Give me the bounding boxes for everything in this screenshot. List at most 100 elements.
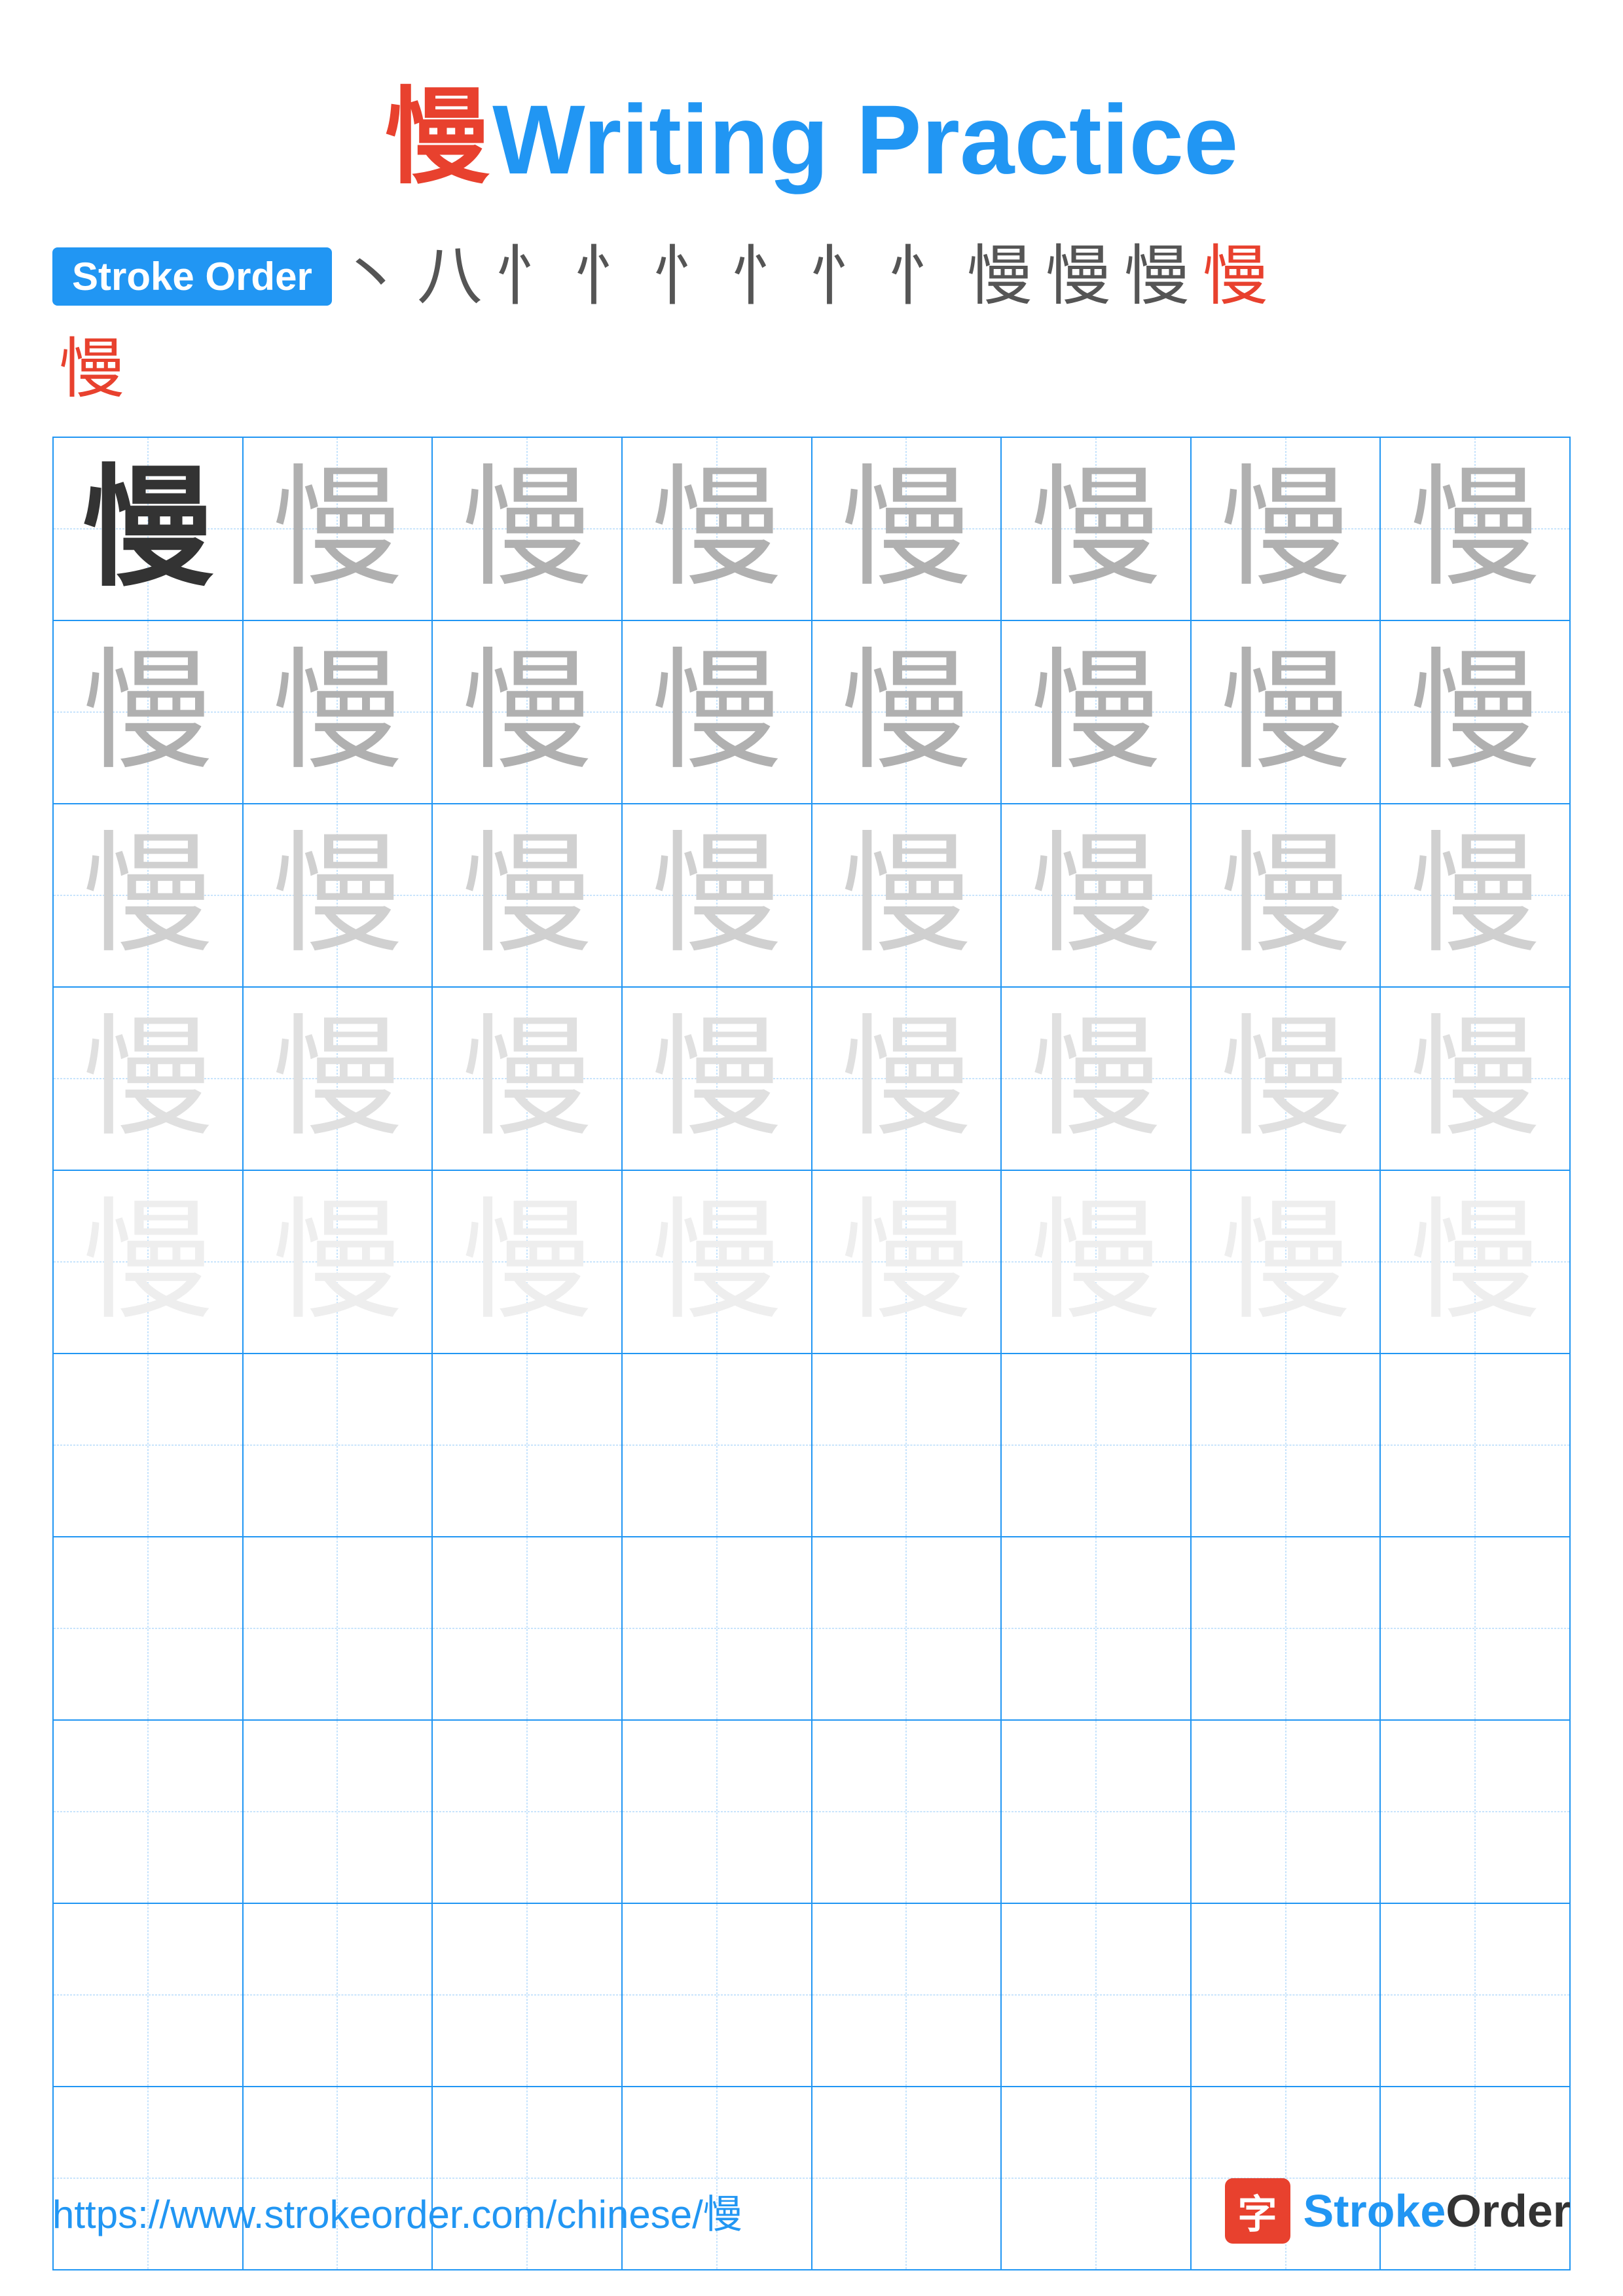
- grid-cell-r8c3[interactable]: [433, 1721, 623, 1904]
- grid-cell-r1c5[interactable]: 慢: [812, 438, 1002, 621]
- stroke-order-section: Stroke Order 丶 八 忄 忄 忄 忄 忄 忄 慢 慢 慢 慢 慢: [0, 243, 1623, 410]
- grid-cell-r3c7[interactable]: 慢: [1192, 804, 1381, 988]
- grid-cell-r8c2[interactable]: [244, 1721, 433, 1904]
- grid-cell-r3c8[interactable]: 慢: [1381, 804, 1571, 988]
- grid-cell-r5c4[interactable]: 慢: [623, 1171, 812, 1354]
- grid-cell-r2c8[interactable]: 慢: [1381, 621, 1571, 804]
- grid-cell-r4c5[interactable]: 慢: [812, 988, 1002, 1171]
- practice-char: 慢: [1030, 1013, 1161, 1144]
- stroke-order-row: Stroke Order 丶 八 忄 忄 忄 忄 忄 忄 慢 慢 慢 慢: [52, 243, 1571, 309]
- grid-cell-r2c5[interactable]: 慢: [812, 621, 1002, 804]
- grid-cell-r1c6[interactable]: 慢: [1002, 438, 1192, 621]
- footer-brand: 字 StrokeOrder: [1225, 2178, 1571, 2244]
- grid-cell-r3c5[interactable]: 慢: [812, 804, 1002, 988]
- grid-cell-r9c7[interactable]: [1192, 1904, 1381, 2087]
- grid-cell-r8c5[interactable]: [812, 1721, 1002, 1904]
- grid-cell-r4c6[interactable]: 慢: [1002, 988, 1192, 1171]
- practice-char: 慢: [272, 463, 403, 594]
- grid-cell-r4c3[interactable]: 慢: [433, 988, 623, 1171]
- brand-stroke: Stroke: [1304, 2185, 1446, 2236]
- grid-cell-r8c7[interactable]: [1192, 1721, 1381, 1904]
- grid-cell-r5c8[interactable]: 慢: [1381, 1171, 1571, 1354]
- page-title: 慢 Writing Practice: [0, 0, 1623, 243]
- grid-cell-r2c1[interactable]: 慢: [54, 621, 244, 804]
- practice-char: 慢: [1030, 1196, 1161, 1327]
- footer-url[interactable]: https://www.strokeorder.com/chinese/慢: [52, 2183, 742, 2240]
- grid-cell-r3c2[interactable]: 慢: [244, 804, 433, 988]
- grid-cell-r6c5[interactable]: [812, 1354, 1002, 1537]
- grid-cell-r9c3[interactable]: [433, 1904, 623, 2087]
- grid-cell-r5c6[interactable]: 慢: [1002, 1171, 1192, 1354]
- grid-cell-r1c1[interactable]: 慢: [54, 438, 244, 621]
- grid-cell-r1c8[interactable]: 慢: [1381, 438, 1571, 621]
- practice-char: 慢: [1410, 1196, 1541, 1327]
- grid-cell-r4c4[interactable]: 慢: [623, 988, 812, 1171]
- grid-cell-r9c6[interactable]: [1002, 1904, 1192, 2087]
- practice-char: 慢: [462, 1013, 593, 1144]
- stroke-chars: 丶 八 忄 忄 忄 忄 忄 忄 慢 慢 慢 慢: [338, 243, 1268, 309]
- practice-char: 慢: [1030, 463, 1161, 594]
- grid-cell-r4c2[interactable]: 慢: [244, 988, 433, 1171]
- grid-cell-r4c7[interactable]: 慢: [1192, 988, 1381, 1171]
- grid-cell-r2c7[interactable]: 慢: [1192, 621, 1381, 804]
- grid-cell-r3c1[interactable]: 慢: [54, 804, 244, 988]
- stroke-9: 慢: [967, 243, 1032, 309]
- grid-cell-r6c8[interactable]: [1381, 1354, 1571, 1537]
- practice-char: 慢: [1410, 463, 1541, 594]
- grid-cell-r7c4[interactable]: [623, 1537, 812, 1721]
- grid-cell-r7c3[interactable]: [433, 1537, 623, 1721]
- practice-char: 慢: [1410, 1013, 1541, 1144]
- grid-cell-r5c5[interactable]: 慢: [812, 1171, 1002, 1354]
- practice-char: 慢: [841, 647, 972, 778]
- grid-cell-r6c3[interactable]: [433, 1354, 623, 1537]
- grid-cell-r9c1[interactable]: [54, 1904, 244, 2087]
- grid-cell-r1c3[interactable]: 慢: [433, 438, 623, 621]
- grid-cell-r8c8[interactable]: [1381, 1721, 1571, 1904]
- practice-grid: 慢 慢 慢 慢 慢 慢 慢 慢 慢 慢 慢: [52, 437, 1571, 2270]
- grid-cell-r3c6[interactable]: 慢: [1002, 804, 1192, 988]
- grid-cell-r8c6[interactable]: [1002, 1721, 1192, 1904]
- grid-cell-r7c8[interactable]: [1381, 1537, 1571, 1721]
- grid-cell-r6c1[interactable]: [54, 1354, 244, 1537]
- grid-cell-r4c8[interactable]: 慢: [1381, 988, 1571, 1171]
- grid-cell-r5c1[interactable]: 慢: [54, 1171, 244, 1354]
- grid-cell-r1c7[interactable]: 慢: [1192, 438, 1381, 621]
- grid-cell-r7c1[interactable]: [54, 1537, 244, 1721]
- practice-char: 慢: [462, 463, 593, 594]
- grid-cell-r7c7[interactable]: [1192, 1537, 1381, 1721]
- practice-char: 慢: [841, 1013, 972, 1144]
- grid-cell-r9c4[interactable]: [623, 1904, 812, 2087]
- grid-cell-r1c2[interactable]: 慢: [244, 438, 433, 621]
- grid-cell-r6c4[interactable]: [623, 1354, 812, 1537]
- practice-char: 慢: [651, 830, 782, 961]
- grid-cell-r3c3[interactable]: 慢: [433, 804, 623, 988]
- grid-cell-r2c2[interactable]: 慢: [244, 621, 433, 804]
- grid-cell-r6c7[interactable]: [1192, 1354, 1381, 1537]
- grid-cell-r2c4[interactable]: 慢: [623, 621, 812, 804]
- grid-cell-r2c6[interactable]: 慢: [1002, 621, 1192, 804]
- grid-cell-r7c5[interactable]: [812, 1537, 1002, 1721]
- grid-cell-r5c2[interactable]: 慢: [244, 1171, 433, 1354]
- grid-cell-r8c4[interactable]: [623, 1721, 812, 1904]
- grid-cell-r8c1[interactable]: [54, 1721, 244, 1904]
- grid-cell-r6c2[interactable]: [244, 1354, 433, 1537]
- stroke-order-badge: Stroke Order: [52, 247, 332, 306]
- grid-cell-r9c2[interactable]: [244, 1904, 433, 2087]
- grid-cell-r9c8[interactable]: [1381, 1904, 1571, 2087]
- practice-char: 慢: [651, 647, 782, 778]
- grid-cell-r7c2[interactable]: [244, 1537, 433, 1721]
- stroke-5: 忄: [653, 243, 718, 309]
- grid-cell-r9c5[interactable]: [812, 1904, 1002, 2087]
- grid-cell-r1c4[interactable]: 慢: [623, 438, 812, 621]
- practice-char: 慢: [82, 647, 213, 778]
- grid-cell-r5c7[interactable]: 慢: [1192, 1171, 1381, 1354]
- grid-cell-r3c4[interactable]: 慢: [623, 804, 812, 988]
- grid-cell-r7c6[interactable]: [1002, 1537, 1192, 1721]
- practice-char: 慢: [462, 830, 593, 961]
- grid-cell-r2c3[interactable]: 慢: [433, 621, 623, 804]
- brand-icon: 字: [1225, 2178, 1290, 2244]
- grid-cell-r6c6[interactable]: [1002, 1354, 1192, 1537]
- grid-cell-r5c3[interactable]: 慢: [433, 1171, 623, 1354]
- grid-cell-r4c1[interactable]: 慢: [54, 988, 244, 1171]
- practice-char: 慢: [462, 647, 593, 778]
